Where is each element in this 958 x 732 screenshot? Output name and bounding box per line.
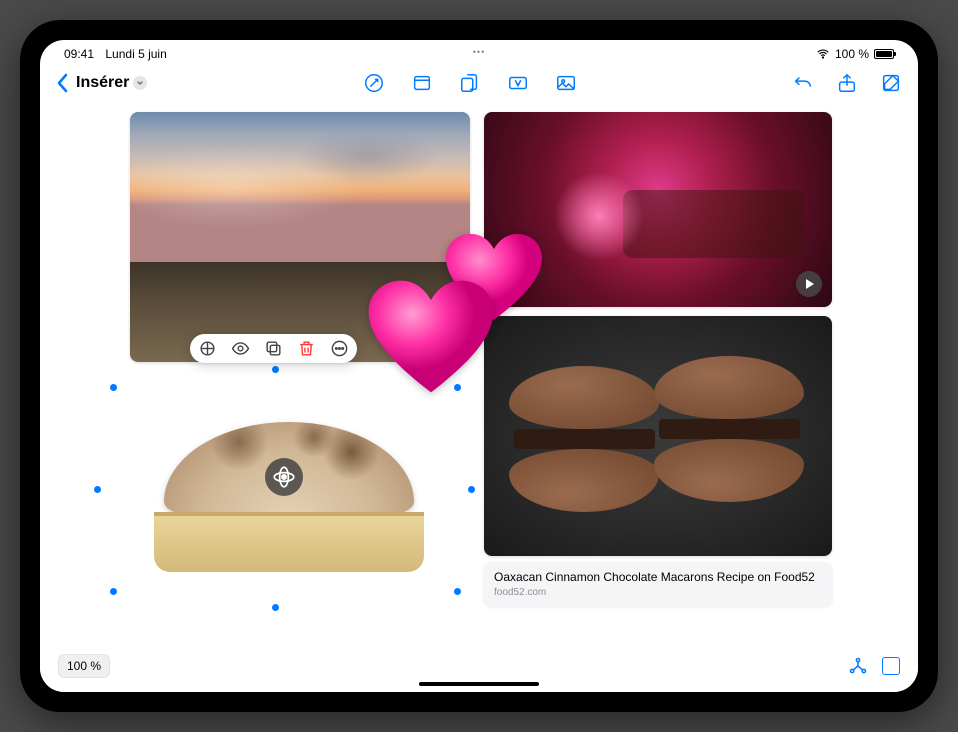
undo-icon[interactable] — [792, 72, 814, 94]
link-title: Oaxacan Cinnamon Chocolate Macarons Reci… — [494, 570, 822, 586]
home-indicator[interactable] — [419, 682, 539, 686]
object-3d-pie[interactable] — [114, 382, 454, 592]
status-date: Lundi 5 juin — [105, 47, 166, 61]
status-time: 09:41 — [64, 47, 94, 61]
battery-pct: 100 % — [835, 47, 869, 61]
multitask-dots[interactable]: ••• — [473, 47, 485, 57]
collaborate-icon[interactable] — [848, 656, 868, 676]
preview-icon[interactable] — [231, 339, 250, 358]
link-domain: food52.com — [494, 587, 822, 598]
context-toolbar — [190, 334, 357, 363]
selection-handle[interactable] — [454, 588, 461, 595]
back-button[interactable] — [56, 73, 72, 93]
link-preview[interactable]: Oaxacan Cinnamon Chocolate Macarons Reci… — [484, 562, 832, 606]
compose-icon[interactable] — [880, 72, 902, 94]
title-menu-button[interactable] — [133, 76, 147, 90]
attach-icon[interactable] — [459, 72, 481, 94]
toolbar: Insérer — [40, 64, 918, 106]
screen: ••• 09:41 Lundi 5 juin 100 % Insérer — [40, 40, 918, 692]
selection-handle[interactable] — [468, 486, 475, 493]
markup-icon[interactable] — [363, 72, 385, 94]
photos-icon[interactable] — [555, 72, 577, 94]
more-icon[interactable] — [330, 339, 349, 358]
selection-handle[interactable] — [272, 366, 279, 373]
ipad-frame: ••• 09:41 Lundi 5 juin 100 % Insérer — [20, 20, 938, 712]
textbox-icon[interactable] — [507, 72, 529, 94]
page-title[interactable]: Insérer — [76, 74, 129, 92]
selection-handle[interactable] — [110, 384, 117, 391]
note-icon[interactable] — [411, 72, 433, 94]
play-icon[interactable] — [796, 271, 822, 297]
wifi-icon — [816, 47, 830, 61]
zoom-level[interactable]: 100 % — [58, 654, 110, 678]
share-icon[interactable] — [836, 72, 858, 94]
photo-macarons[interactable] — [484, 316, 832, 556]
canvas[interactable]: Oaxacan Cinnamon Chocolate Macarons Reci… — [40, 106, 918, 692]
duplicate-icon[interactable] — [264, 339, 283, 358]
crop-icon[interactable] — [198, 339, 217, 358]
selection-handle[interactable] — [110, 588, 117, 595]
grid-icon[interactable] — [882, 657, 900, 675]
heart-sticker[interactable] — [366, 278, 496, 400]
delete-icon[interactable] — [297, 339, 316, 358]
selection-handle[interactable] — [94, 486, 101, 493]
battery-icon — [874, 49, 894, 59]
selection-handle[interactable] — [272, 604, 279, 611]
rotate-3d-icon[interactable] — [265, 458, 303, 496]
